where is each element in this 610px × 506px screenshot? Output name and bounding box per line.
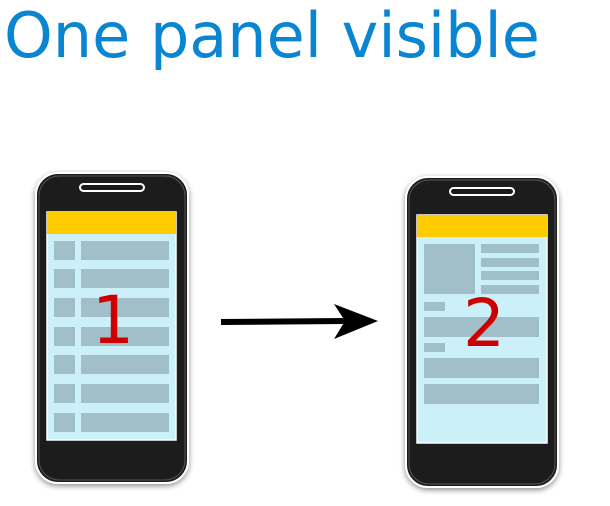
list-row-thumb (54, 298, 75, 317)
speaker-grille (449, 187, 515, 196)
detail-section-label (424, 343, 445, 352)
list-row-text (81, 241, 169, 260)
detail-section-label (424, 302, 445, 311)
list-row-thumb (54, 355, 75, 374)
list-row-thumb (54, 413, 75, 432)
list-row-thumb (54, 241, 75, 260)
phone-list: 1 (35, 172, 189, 484)
list-row-thumb (54, 384, 75, 403)
list-row-text (81, 384, 169, 403)
detail-meta-line (481, 271, 539, 280)
phone-detail: 2 (405, 176, 559, 488)
action-bar (417, 215, 547, 237)
panel-number-1: 1 (92, 282, 134, 359)
panel-number-2: 2 (463, 285, 505, 362)
speaker-grille (79, 183, 145, 192)
detail-meta-line (481, 258, 539, 267)
action-bar (47, 212, 176, 234)
detail-meta-line (481, 244, 539, 253)
list-row-text (81, 413, 169, 432)
list-row-thumb (54, 269, 75, 288)
transition-arrow (220, 304, 378, 339)
panel-diagram: 1 2 (35, 172, 559, 488)
detail-text-block (424, 384, 539, 404)
list-row-thumb (54, 327, 75, 346)
arrow-shaft (220, 318, 346, 325)
